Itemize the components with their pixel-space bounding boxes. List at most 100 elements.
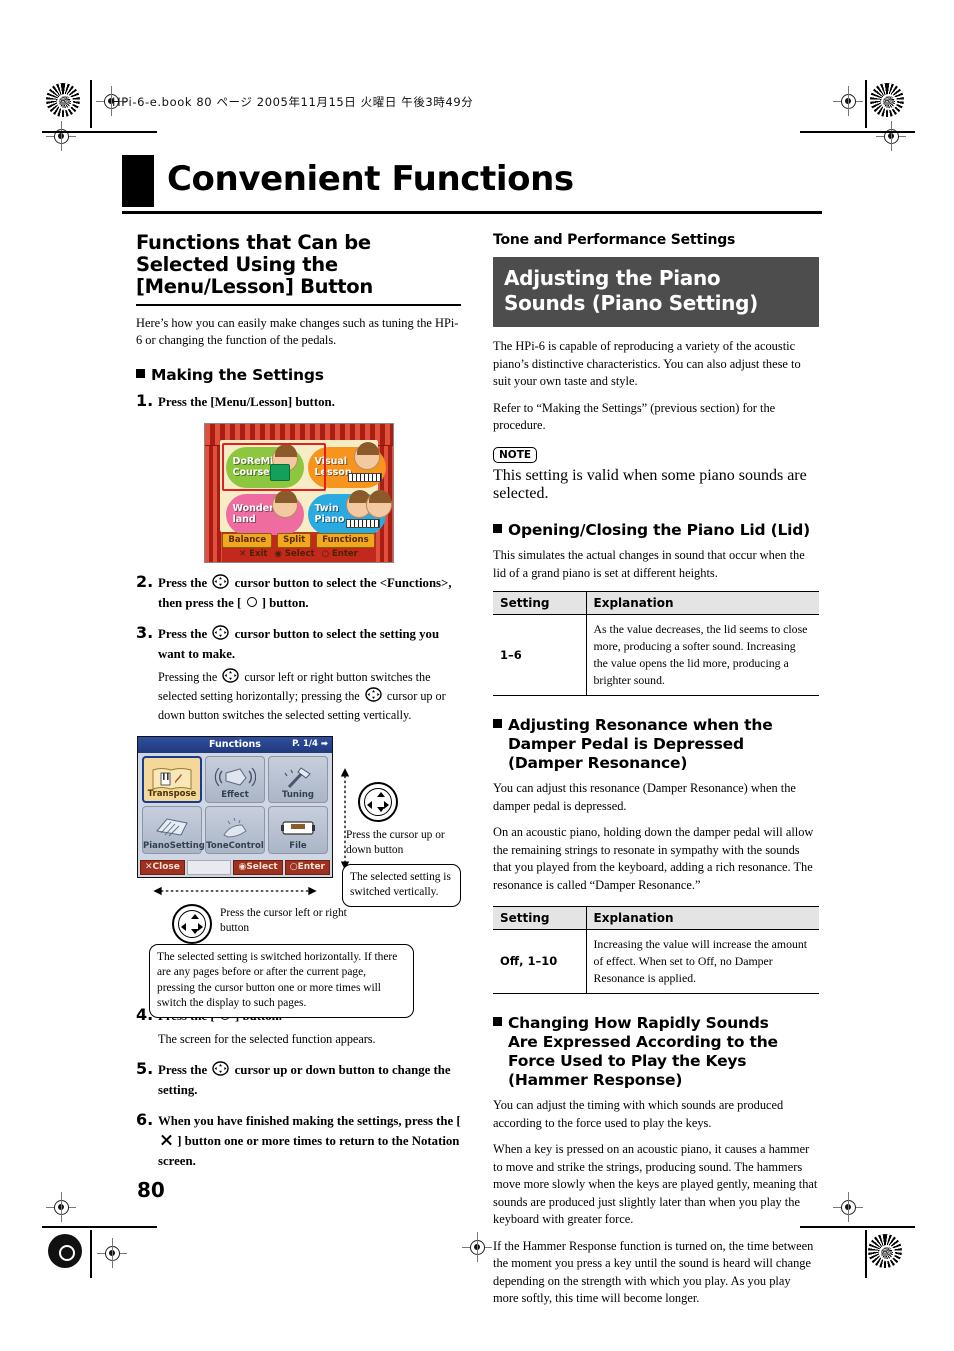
lcd-bottom-bar: ✕ Close ◉ Select ○ Enter — [140, 859, 330, 875]
lcd-button-select[interactable]: ◉ Select — [233, 859, 283, 875]
registration-mark-top-right — [833, 86, 863, 116]
column-header-explanation: Explanation — [586, 591, 819, 615]
tile-label-line2: Piano — [314, 513, 345, 525]
lcd-button-close[interactable]: ✕ Close — [140, 859, 185, 875]
function-cell-transpose[interactable]: Transpose — [142, 755, 202, 803]
function-cell-label: ToneControl — [206, 840, 264, 851]
annotation-horizontal-label: Press the cursor left or right button — [220, 906, 347, 934]
step-2: 2. Press the cursor button to select the… — [136, 571, 461, 613]
step-text: When you have finished making the settin… — [158, 1113, 461, 1168]
print-registration-dot-top-right — [870, 83, 904, 117]
arrow-up-icon — [377, 791, 385, 797]
section-heading-menu-lesson: Functions that Can be Selected Using the… — [136, 231, 373, 298]
cell-explanation: Increasing the value will increase the a… — [586, 929, 819, 994]
arrow-down-icon — [191, 928, 199, 934]
step-number: 1. — [136, 390, 154, 410]
column-header-setting: Setting — [493, 906, 587, 930]
note-badge: NOTE — [493, 446, 538, 463]
table-header-row: Setting Explanation — [493, 906, 819, 930]
registration-mark-bottom-center — [462, 1232, 492, 1262]
step-5: 5. Press the cursor up or down button to… — [136, 1059, 461, 1100]
step-1: 1. Press the [Menu/Lesson] button. — [136, 390, 461, 412]
floppy-disk-icon — [269, 813, 327, 843]
page-number: 80 — [137, 1178, 165, 1202]
arrow-down-icon — [377, 806, 385, 812]
damper-paragraph-1: You can adjust this resonance (Damper Re… — [493, 781, 796, 813]
trim-line-bottom-right-v — [865, 1230, 867, 1278]
trim-line-top-right — [800, 131, 915, 133]
functions-screen-diagram: Functions P. 1/4 ➡ Transpose Effect Tuni… — [136, 735, 461, 1018]
registration-mark-bottom-left-lower — [97, 1238, 127, 1268]
piano-keys-icon — [347, 472, 382, 482]
trim-line-bottom-left-v — [90, 1230, 92, 1278]
lcd-button-enter[interactable]: ○ Enter — [284, 859, 330, 875]
hammer-paragraph-3: If the Hammer Response function is turne… — [493, 1238, 814, 1306]
arrow-up-icon — [191, 913, 199, 919]
lcd-title-text: Functions — [209, 739, 261, 750]
trim-line-top-right-v — [865, 80, 867, 128]
character-illustration-twin-b — [365, 489, 392, 518]
table-header-row: Setting Explanation — [493, 591, 819, 615]
registration-mark-top-right-lower — [876, 121, 906, 151]
section-divider — [136, 304, 461, 306]
function-cell-tuning[interactable]: Tuning — [268, 755, 328, 803]
cell-setting-value: Off, 1–10 — [493, 929, 587, 994]
right-column: Tone and Performance Settings Adjusting … — [493, 232, 819, 1317]
column-header-setting: Setting — [493, 591, 587, 615]
step-number: 2. — [136, 571, 154, 591]
tone-control-icon — [206, 813, 264, 843]
cursor-pad-icon — [212, 624, 230, 640]
cursor-pad-up-down-icon — [358, 781, 398, 822]
tuning-fork-icon — [269, 763, 327, 793]
step-text: Press the [Menu/Lesson] button. — [158, 394, 335, 409]
lcd-button-balance[interactable]: Balance — [222, 532, 273, 548]
subheading-hammer-response: Changing How Rapidly Sounds Are Expresse… — [493, 1014, 819, 1090]
horizontal-direction-arrow — [153, 886, 317, 895]
annotation-horizontal-callout: The selected setting is switched horizon… — [149, 943, 414, 1018]
step-note: Pressing the cursor left or right button… — [158, 667, 446, 722]
lid-paragraph-1: This simulates the actual changes in sou… — [493, 548, 805, 580]
grand-piano-icon — [143, 813, 201, 843]
step-6: 6. When you have finished making the set… — [136, 1109, 461, 1171]
right-intro-1: The HPi-6 is capable of reproducing a va… — [493, 339, 801, 388]
print-file-header: HPi-6-e.book 80 ページ 2005年11月15日 火曜日 午後3時… — [112, 95, 474, 109]
lcd-menu-button-row: Balance Split Functions — [205, 532, 393, 548]
cursor-pad-icon — [212, 1060, 230, 1076]
lcd-functions-screen: Functions P. 1/4 ➡ Transpose Effect Tuni… — [137, 735, 333, 878]
step-note: The screen for the selected function app… — [158, 1031, 376, 1046]
function-cell-tonecontrol[interactable]: ToneControl — [205, 806, 265, 854]
speaker-waves-icon — [206, 763, 264, 793]
cursor-pad-left-right-icon — [172, 903, 212, 944]
left-column: Functions that Can be Selected Using the… — [136, 232, 461, 1182]
lcd-button-split[interactable]: Split — [277, 532, 312, 548]
print-registration-dot-bottom-left — [48, 1234, 82, 1268]
trim-line-top-left — [42, 131, 157, 133]
step-number: 6. — [136, 1109, 154, 1129]
function-cell-file[interactable]: File — [268, 806, 328, 854]
function-cell-label: PianoSetting — [143, 840, 205, 851]
character-illustration-visual — [353, 441, 380, 470]
enter-button-icon — [246, 596, 257, 607]
hammer-paragraph-1: You can adjust the timing with which sou… — [493, 1098, 784, 1130]
section-banner: Adjusting the Piano Sounds (Piano Settin… — [493, 257, 819, 327]
function-cell-effect[interactable]: Effect — [205, 755, 265, 803]
hammer-paragraph-2: When a key is pressed on an acoustic pia… — [493, 1142, 818, 1226]
function-cell-label: Tuning — [281, 790, 315, 800]
lcd-menu-panel: DoReMi Course Visual Lesson Wonder- land… — [219, 439, 392, 535]
table-lid-settings: Setting Explanation 1–6 As the value dec… — [493, 591, 819, 696]
subheading-piano-lid: Opening/Closing the Piano Lid (Lid) — [493, 521, 819, 540]
exit-button-icon — [160, 1134, 172, 1146]
trim-line-bottom-left — [42, 1226, 157, 1228]
cell-explanation: As the value decreases, the lid seems to… — [586, 614, 819, 696]
step-text: Press the cursor button to select the se… — [158, 624, 461, 725]
legend-select: ◉ Select — [274, 549, 315, 559]
subheading-damper-resonance: Adjusting Resonance when the Damper Peda… — [493, 716, 819, 773]
function-cell-pianosetting[interactable]: PianoSetting — [142, 806, 205, 854]
piano-keys-icon-twin — [345, 518, 380, 528]
banner-title: Adjusting the Piano Sounds (Piano Settin… — [504, 266, 758, 315]
lcd-bottom-spacer — [186, 859, 232, 875]
note-text: This setting is valid when some piano so… — [493, 467, 807, 502]
chapter-header: Convenient Functions — [122, 155, 822, 207]
tile-label-line2: land — [232, 513, 256, 525]
lcd-button-functions[interactable]: Functions — [316, 532, 375, 548]
